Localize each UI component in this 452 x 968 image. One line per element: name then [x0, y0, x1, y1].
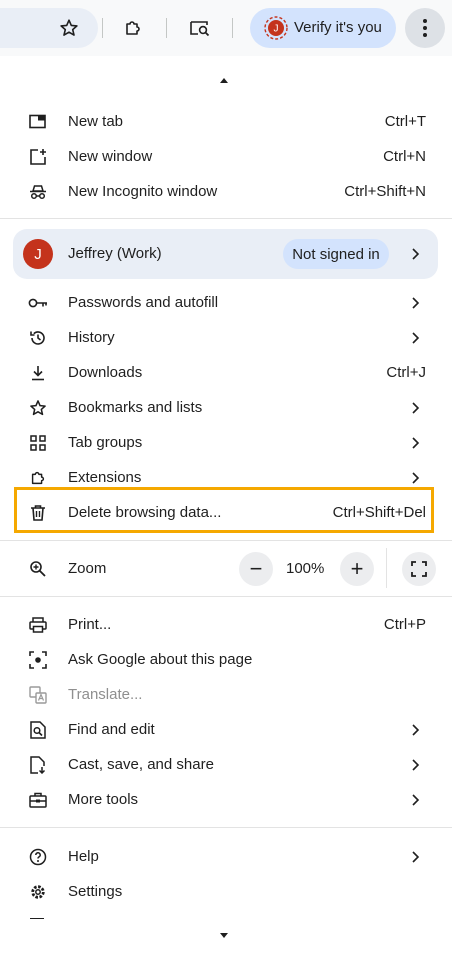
new-tab-icon: [28, 112, 48, 132]
menu-item-zoom: Zoom: [0, 551, 452, 586]
menu-divider: [0, 218, 452, 219]
star-icon: [28, 398, 48, 418]
menu-item-label: Extensions: [68, 469, 142, 486]
zoom-level: 100%: [286, 560, 325, 577]
menu-item-passwords-and-autofill[interactable]: Passwords and autofill: [0, 285, 452, 320]
menu-divider: [0, 596, 452, 597]
menu-item-label: Find and edit: [68, 721, 155, 738]
verify-its-you-button[interactable]: J Verify it's you: [250, 8, 396, 48]
menu-item-label: Ask Google about this page: [68, 651, 253, 668]
history-icon: [28, 328, 48, 348]
avatar: J: [23, 239, 53, 269]
menu-item-label: New tab: [68, 113, 124, 130]
toolbar-separator: [232, 18, 233, 38]
menu-item-label: New Incognito window: [68, 183, 218, 200]
key-icon: [28, 293, 48, 313]
menu-item-label: Bookmarks and lists: [68, 399, 203, 416]
status-badge: Not signed in: [283, 239, 389, 269]
chevron-right-icon: [412, 332, 420, 344]
profile-avatar-icon: J: [264, 16, 288, 40]
menu-item-downloads[interactable]: Downloads Ctrl+J: [0, 355, 452, 390]
menu-item-bookmarks-and-lists[interactable]: Bookmarks and lists: [0, 390, 452, 425]
menu-item-label: History: [68, 329, 115, 346]
menu-item-label: Print...: [68, 616, 112, 633]
new-window-icon: [28, 147, 48, 167]
menu-item-help[interactable]: Help: [0, 839, 452, 874]
menu-divider: [0, 540, 452, 541]
chevron-right-icon: [412, 437, 420, 449]
menu-item-tab-groups[interactable]: Tab groups: [0, 425, 452, 460]
zoom-icon: [28, 559, 48, 579]
print-icon: [28, 615, 48, 635]
menu-item-history[interactable]: History: [0, 320, 452, 355]
chevron-right-icon: [412, 724, 420, 736]
menu-item-label: Cast, save, and share: [68, 756, 214, 773]
menu-item-label: More tools: [68, 791, 139, 808]
scroll-up-arrow-icon[interactable]: [220, 78, 228, 83]
toolbar-separator: [166, 18, 167, 38]
menu-item-cast-save-share[interactable]: Cast, save, and share: [0, 747, 452, 782]
menu-item-new-window[interactable]: New window Ctrl+N: [0, 139, 452, 174]
menu-item-ask-google[interactable]: Ask Google about this page: [0, 642, 452, 677]
chrome-main-menu: New tab Ctrl+T New window Ctrl+N New Inc…: [0, 56, 452, 968]
chevron-right-icon: [412, 297, 420, 309]
more-vert-icon[interactable]: [405, 8, 445, 48]
menu-item-new-tab[interactable]: New tab Ctrl+T: [0, 104, 452, 139]
browser-toolbar: J Verify it's you: [0, 0, 452, 56]
chevron-right-icon: [412, 402, 420, 414]
cast-save-icon: [28, 755, 48, 775]
help-icon: [28, 847, 48, 867]
incognito-icon: [28, 182, 48, 202]
translate-icon: [28, 685, 48, 705]
toolbar-separator: [102, 18, 103, 38]
highlight-box: [14, 487, 434, 533]
menu-item-label: Tab groups: [68, 434, 143, 451]
menu-item-label: Settings: [68, 883, 123, 900]
toolbox-icon: [28, 790, 48, 810]
find-icon: [28, 720, 48, 740]
chevron-right-icon: [412, 851, 420, 863]
menu-item-label: Downloads: [68, 364, 143, 381]
menu-item-find-and-edit[interactable]: Find and edit: [0, 712, 452, 747]
menu-item-shortcut: Ctrl+J: [386, 364, 426, 381]
menu-item-translate: Translate...: [0, 677, 452, 712]
star-icon[interactable]: [55, 14, 83, 42]
menu-item-label: New window: [68, 148, 153, 165]
svg-text:J: J: [274, 24, 279, 35]
profile-name: Jeffrey (Work): [68, 245, 162, 262]
tab-groups-icon: [28, 433, 48, 453]
zoom-in-button[interactable]: +: [340, 552, 374, 586]
extensions-icon[interactable]: [119, 14, 147, 42]
menu-item-label: Translate...: [68, 686, 143, 703]
verify-label: Verify it's you: [294, 19, 382, 36]
chevron-right-icon: [412, 759, 420, 771]
menu-item-new-incognito-window[interactable]: New Incognito window Ctrl+Shift+N: [0, 174, 452, 209]
lens-icon: [28, 650, 48, 670]
menu-item-print[interactable]: Print... Ctrl+P: [0, 607, 452, 642]
address-bar-end[interactable]: [0, 8, 98, 48]
profile-row[interactable]: J Jeffrey (Work) Not signed in: [13, 229, 438, 279]
zoom-label: Zoom: [68, 560, 107, 577]
chevron-right-icon: [412, 248, 420, 260]
menu-divider: [0, 827, 452, 828]
extensions-icon: [28, 468, 48, 488]
scroll-down-arrow-icon[interactable]: [220, 933, 228, 938]
fullscreen-icon[interactable]: [402, 552, 436, 586]
tab-search-icon[interactable]: [186, 14, 214, 42]
menu-item-shortcut: Ctrl+P: [383, 616, 426, 633]
menu-item-settings[interactable]: Settings: [0, 874, 452, 909]
menu-item-shortcut: Ctrl+Shift+N: [344, 183, 426, 200]
zoom-separator: [386, 548, 387, 588]
chevron-right-icon: [412, 472, 420, 484]
menu-item-label: Help: [68, 848, 99, 865]
menu-item-shortcut: Ctrl+N: [383, 148, 426, 165]
next-item-partial: [30, 918, 44, 919]
menu-item-label: Passwords and autofill: [68, 294, 219, 311]
menu-item-shortcut: Ctrl+T: [384, 113, 426, 130]
menu-item-more-tools[interactable]: More tools: [0, 782, 452, 817]
settings-icon: [28, 882, 48, 902]
download-icon: [28, 363, 48, 383]
zoom-out-button[interactable]: −: [239, 552, 273, 586]
chevron-right-icon: [412, 794, 420, 806]
